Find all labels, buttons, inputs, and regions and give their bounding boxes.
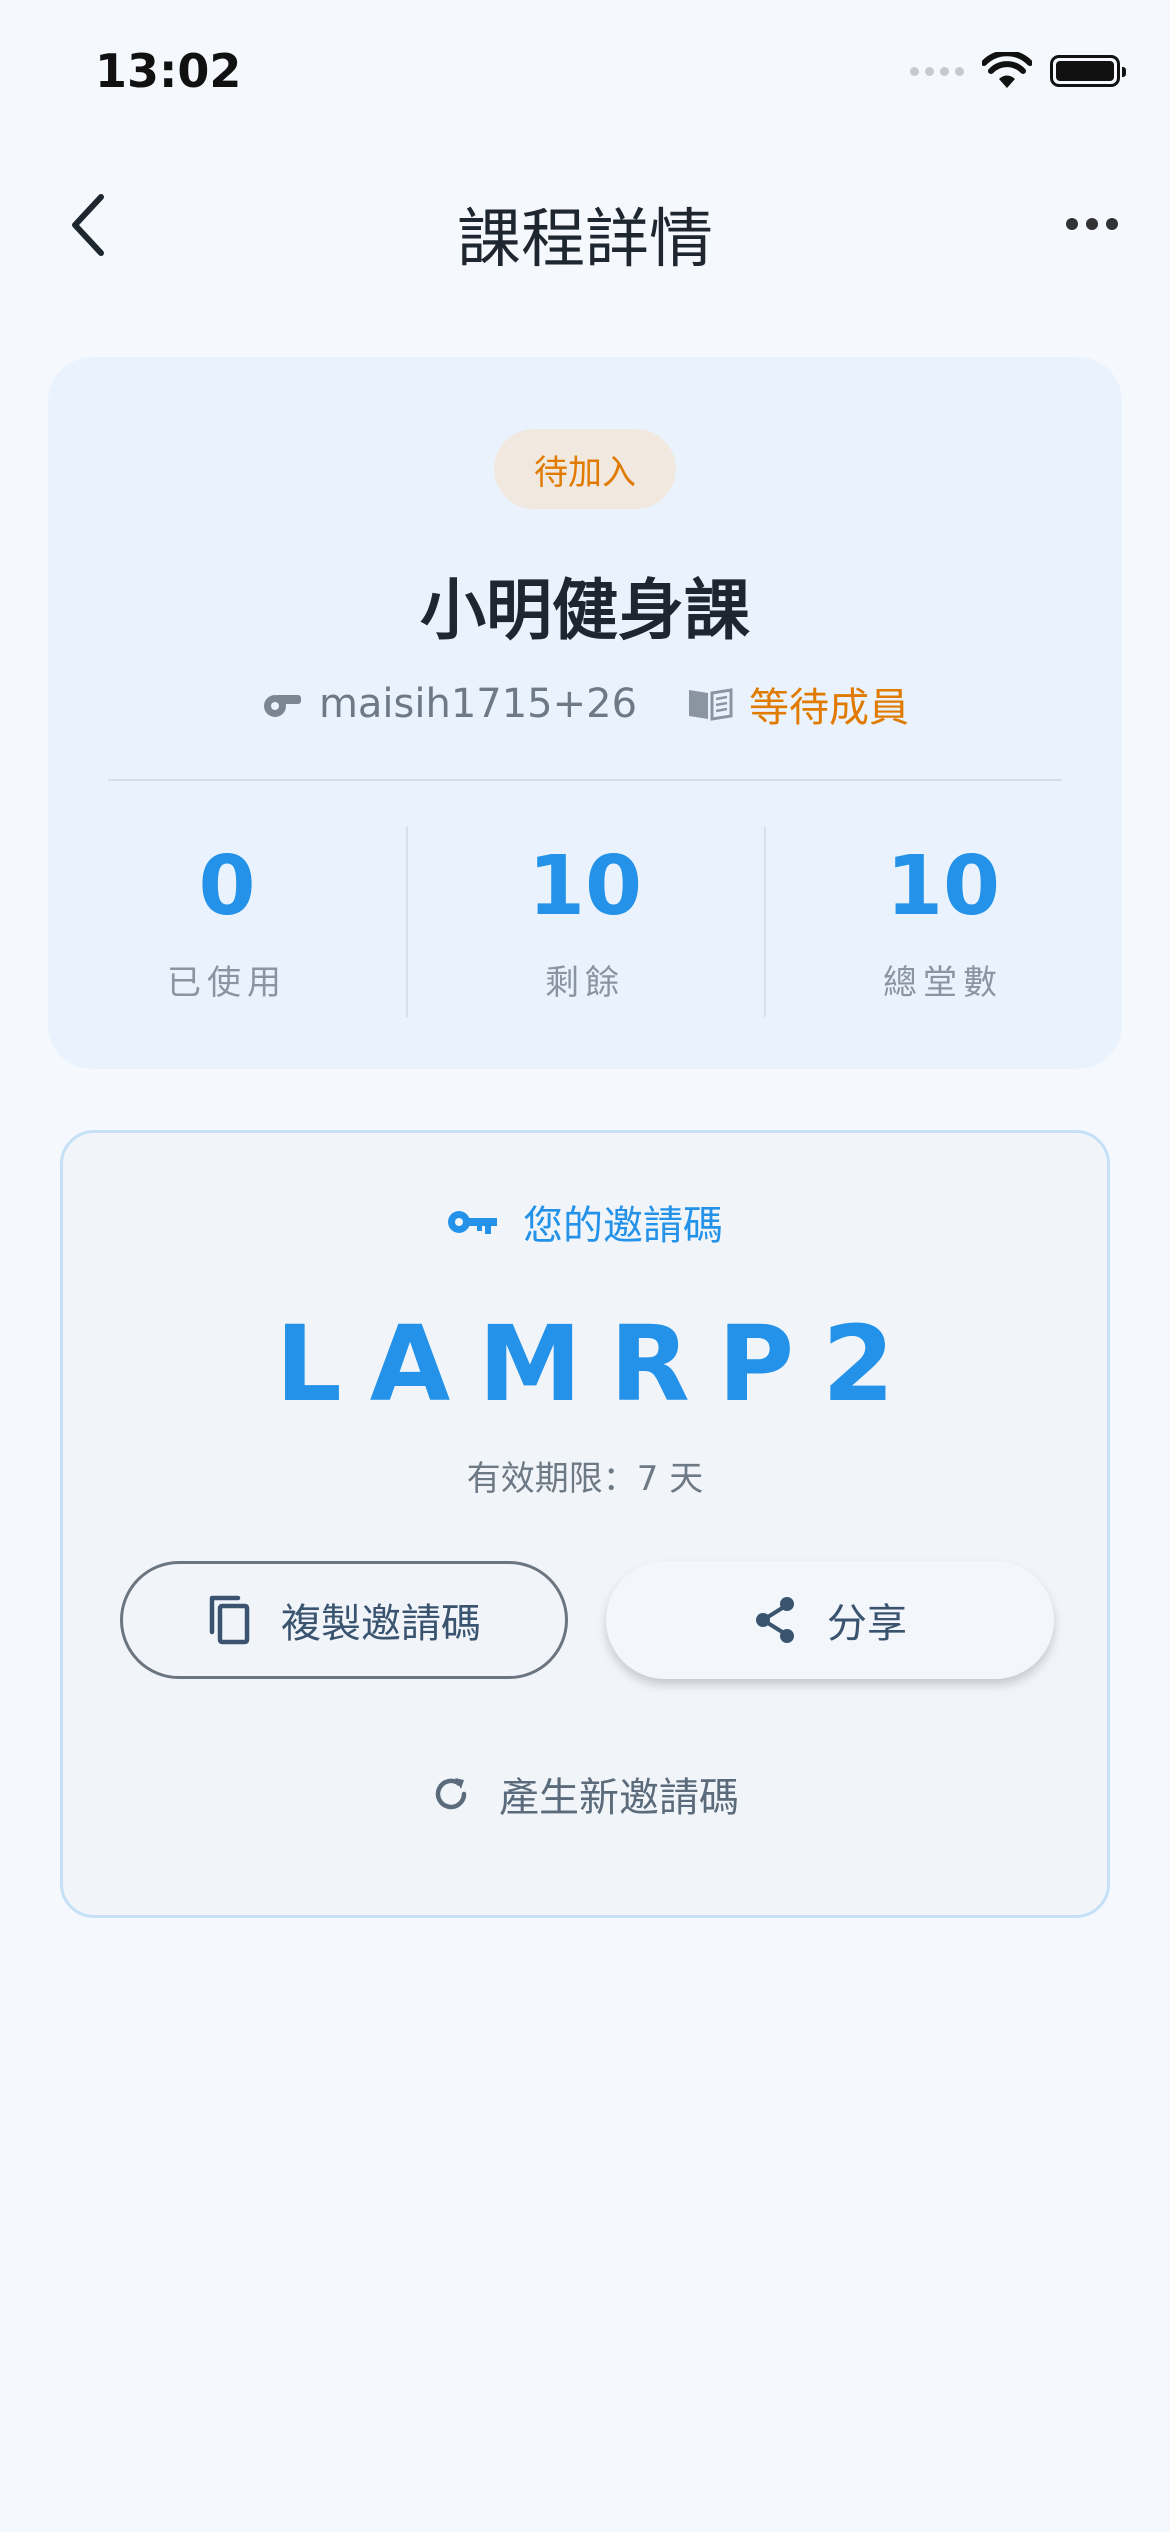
whistle-icon	[263, 695, 301, 717]
course-owner: maisih1715+26	[261, 681, 637, 727]
stat-total-label: 總堂數	[883, 963, 1003, 1003]
copy-invite-code-button[interactable]: 複製邀請碼	[120, 1561, 568, 1679]
share-button-label: 分享	[827, 1601, 907, 1647]
course-summary-card: 待加入 小明健身課 maisih1715+26 等待成員 0 已使用 10 剩餘…	[48, 357, 1122, 1069]
key-icon	[448, 1211, 497, 1234]
card-divider	[108, 779, 1062, 781]
share-button[interactable]: 分享	[606, 1561, 1054, 1679]
stat-used-value: 0	[198, 839, 256, 934]
stat-remaining: 10 剩餘	[406, 827, 764, 1017]
course-meta-row: maisih1715+26 等待成員	[48, 675, 1122, 733]
stat-total-value: 10	[885, 839, 1001, 934]
more-options-button[interactable]	[1052, 194, 1132, 254]
invite-code-card: 您的邀請碼 LAMRP2 有效期限：7 天 複製邀請碼 分享 產生新邀請碼	[60, 1130, 1110, 1918]
invite-header: 您的邀請碼	[63, 1193, 1107, 1251]
stat-remaining-value: 10	[527, 839, 643, 934]
invite-header-label: 您的邀請碼	[523, 1203, 723, 1249]
copy-icon	[209, 1595, 250, 1645]
book-icon	[689, 688, 733, 721]
more-dot-icon	[1066, 218, 1078, 230]
battery-icon	[1050, 55, 1126, 87]
navigation-bar: 課程詳情	[0, 170, 1170, 280]
share-icon	[756, 1597, 794, 1643]
invite-expiry: 有效期限：7 天	[466, 1459, 704, 1499]
wifi-icon	[982, 52, 1032, 88]
course-stats: 0 已使用 10 剩餘 10 總堂數	[48, 827, 1122, 1017]
member-status: 等待成員	[687, 675, 909, 733]
page-title: 課程詳情	[457, 203, 713, 277]
stat-used-label: 已使用	[167, 963, 287, 1003]
refresh-icon	[435, 1778, 467, 1810]
stat-remaining-label: 剩餘	[545, 963, 625, 1003]
status-time: 13:02	[95, 44, 242, 98]
stat-total: 10 總堂數	[764, 827, 1122, 1017]
status-bar: 13:02	[0, 0, 1170, 140]
copy-button-label: 複製邀請碼	[281, 1601, 481, 1647]
more-dot-icon	[1106, 218, 1118, 230]
status-badge: 待加入	[494, 429, 676, 509]
owner-name: maisih1715+26	[318, 681, 638, 727]
member-status-label: 等待成員	[749, 685, 910, 731]
invite-code: LAMRP2	[275, 1303, 923, 1425]
status-icons	[910, 52, 1126, 90]
cellular-signal-icon	[910, 66, 964, 76]
more-dot-icon	[1086, 218, 1098, 230]
stat-used: 0 已使用	[48, 827, 406, 1017]
regenerate-label: 產生新邀請碼	[499, 1775, 739, 1821]
course-name: 小明健身課	[420, 572, 750, 649]
regenerate-invite-code-button[interactable]: 產生新邀請碼	[63, 1765, 1107, 1823]
